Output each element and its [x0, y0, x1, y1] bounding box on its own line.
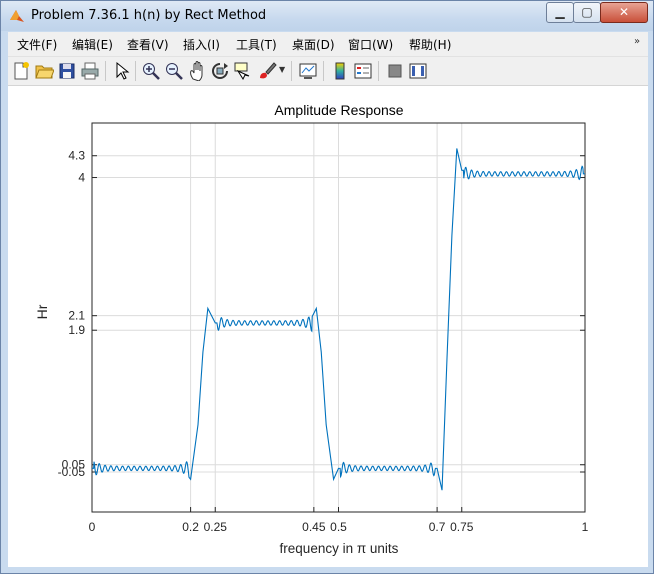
menu-file[interactable]: 文件(F) [17, 36, 57, 53]
close-icon: ✕ [618, 5, 630, 19]
y-axis-label: Hr [34, 304, 50, 319]
x-tick-label: 0.5 [330, 520, 347, 534]
y-tick-label: 4.3 [68, 149, 85, 163]
open-icon[interactable] [34, 61, 54, 81]
save-icon[interactable] [57, 61, 77, 81]
y-tick-label: 2.1 [68, 309, 85, 323]
legend-icon[interactable] [353, 61, 373, 81]
new-figure-icon[interactable] [11, 61, 31, 81]
title-bar[interactable]: Problem 7.36.1 h(n) by Rect Method ▁ ▢ ✕ [1, 1, 653, 31]
colorbar-icon[interactable] [330, 61, 350, 81]
minimize-icon: ▁ [555, 5, 565, 19]
toolbar-separator [323, 61, 324, 81]
zoom-out-icon[interactable] [164, 61, 184, 81]
brush-dropdown-icon[interactable]: ▼ [279, 65, 285, 74]
x-tick-label: 0.75 [450, 520, 474, 534]
menu-view[interactable]: 查看(V) [127, 36, 169, 53]
hide-plot-tools-icon[interactable] [385, 61, 405, 81]
menu-tools[interactable]: 工具(T) [236, 36, 277, 53]
grid-lines [91, 123, 586, 512]
link-plot-icon[interactable] [298, 61, 318, 81]
menu-desktop[interactable]: 桌面(D) [292, 36, 335, 53]
amplitude-response-axes[interactable]: Amplitude Response 0 0.2 0.25 0.45 0.5 0.7 0.7… [8, 86, 648, 567]
x-tick-label: 0.25 [204, 520, 228, 534]
menu-help[interactable]: 帮助(H) [409, 36, 451, 53]
close-button[interactable]: ✕ [600, 2, 648, 23]
rotate-3d-icon[interactable] [210, 61, 230, 81]
window-title: Problem 7.36.1 h(n) by Rect Method [31, 8, 267, 23]
x-tick-label: 1 [582, 520, 589, 534]
zoom-in-icon[interactable] [141, 61, 161, 81]
toolbar-separator [378, 61, 379, 81]
x-axis-label: frequency in π units [280, 541, 399, 556]
x-tick-label: 0 [89, 520, 96, 534]
y-tick-label: 0.05 [62, 458, 86, 472]
data-cursor-icon[interactable] [233, 61, 253, 81]
show-plot-tools-icon[interactable] [408, 61, 428, 81]
chevron-double-icon[interactable]: » [634, 36, 640, 47]
chart-title: Amplitude Response [274, 102, 403, 118]
figure-window: Problem 7.36.1 h(n) by Rect Method ▁ ▢ ✕… [0, 0, 654, 574]
maximize-button[interactable]: ▢ [573, 2, 601, 23]
brush-icon[interactable] [257, 61, 277, 81]
figure-toolbar: ▼ [8, 57, 648, 86]
print-icon[interactable] [80, 61, 100, 81]
toolbar-separator [105, 61, 106, 81]
x-tick-label: 0.7 [429, 520, 446, 534]
toolbar-separator [291, 61, 292, 81]
maximize-icon: ▢ [581, 5, 593, 19]
x-tick-labels: 0 0.2 0.25 0.45 0.5 0.7 0.75 1 [89, 520, 589, 534]
pointer-icon[interactable] [111, 61, 131, 81]
menu-edit[interactable]: 编辑(E) [72, 36, 113, 53]
menu-window[interactable]: 窗口(W) [348, 36, 393, 53]
x-tick-label: 0.45 [302, 520, 326, 534]
minimize-button[interactable]: ▁ [546, 2, 574, 23]
y-tick-label: 4 [78, 171, 85, 185]
matlab-icon [10, 10, 24, 22]
toolbar-separator [135, 61, 136, 81]
x-tick-label: 0.2 [182, 520, 199, 534]
y-tick-labels: -0.050.051.92.144.3 [58, 149, 86, 479]
menu-insert[interactable]: 插入(I) [183, 36, 220, 53]
pan-icon[interactable] [187, 61, 207, 81]
y-tick-label: 1.9 [68, 323, 85, 337]
menu-bar: 文件(F) 编辑(E) 查看(V) 插入(I) 工具(T) 桌面(D) 窗口(W… [8, 32, 648, 57]
figure-canvas[interactable]: Amplitude Response 0 0.2 0.25 0.45 0.5 0.7 0.7… [8, 86, 648, 567]
